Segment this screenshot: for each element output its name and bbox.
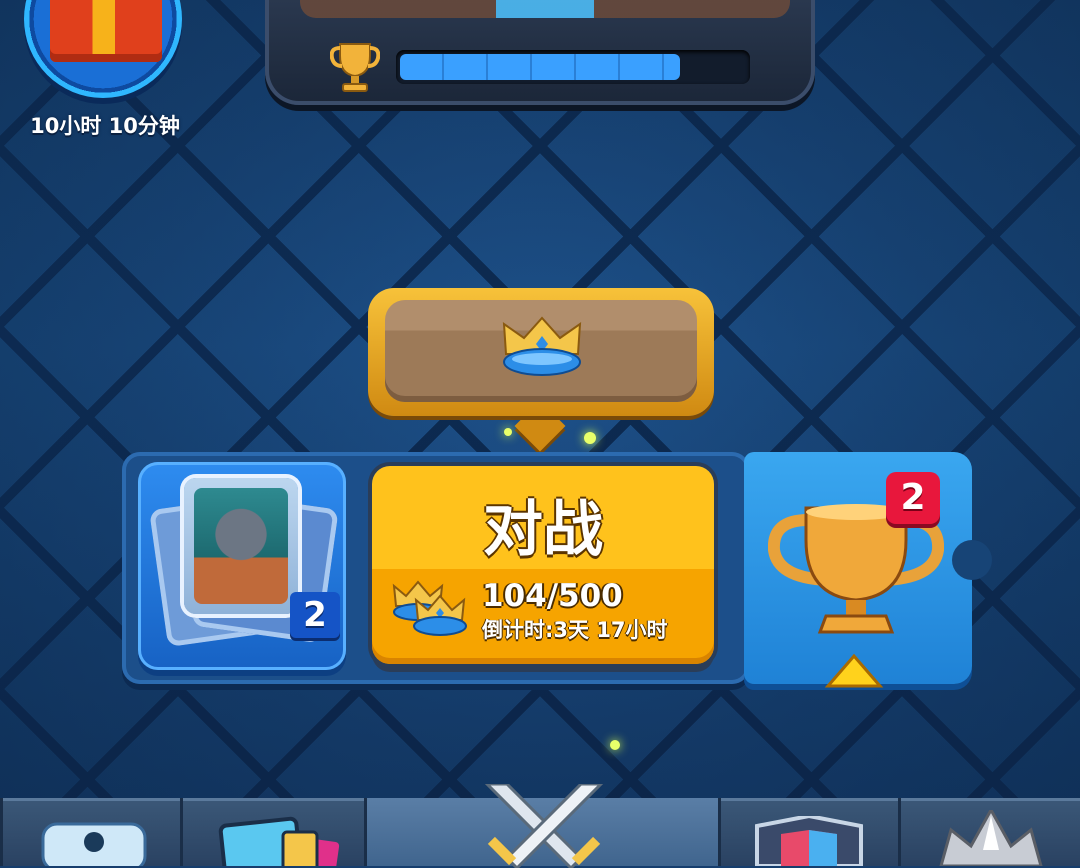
sparkle [610,740,620,750]
shop-tab[interactable] [0,798,183,866]
gift-timer: 10小时 10分钟 [30,114,180,138]
cards-tab[interactable] [180,798,367,866]
sparkle [504,428,512,436]
arena-image [300,0,790,18]
arrow-up-icon [824,653,884,688]
crown-count: 104/500 [482,578,623,614]
crown-icon [502,316,582,376]
chest-icon [41,822,147,866]
crossed-swords-icon [484,784,604,868]
events-icon [939,810,1043,866]
sparkle [584,432,596,444]
deck-number-badge: 2 [290,592,340,638]
shield-icon [755,816,863,866]
bowler-card-art [194,488,288,604]
trophy-road-badge: 2 [886,472,940,524]
season-countdown: 倒计时:3天 17小时 [482,618,668,642]
trophy-icon [330,43,380,92]
cards-icon [218,816,340,866]
clan-tab[interactable] [718,798,901,866]
battle-tab[interactable] [364,784,721,868]
crowns-icon [392,580,467,636]
gift-box-icon [50,0,162,62]
ticket-notch [952,540,992,580]
trophy-progress-fill [400,54,680,80]
battle-button-label: 对战 [483,495,603,565]
events-tab[interactable] [898,798,1080,866]
